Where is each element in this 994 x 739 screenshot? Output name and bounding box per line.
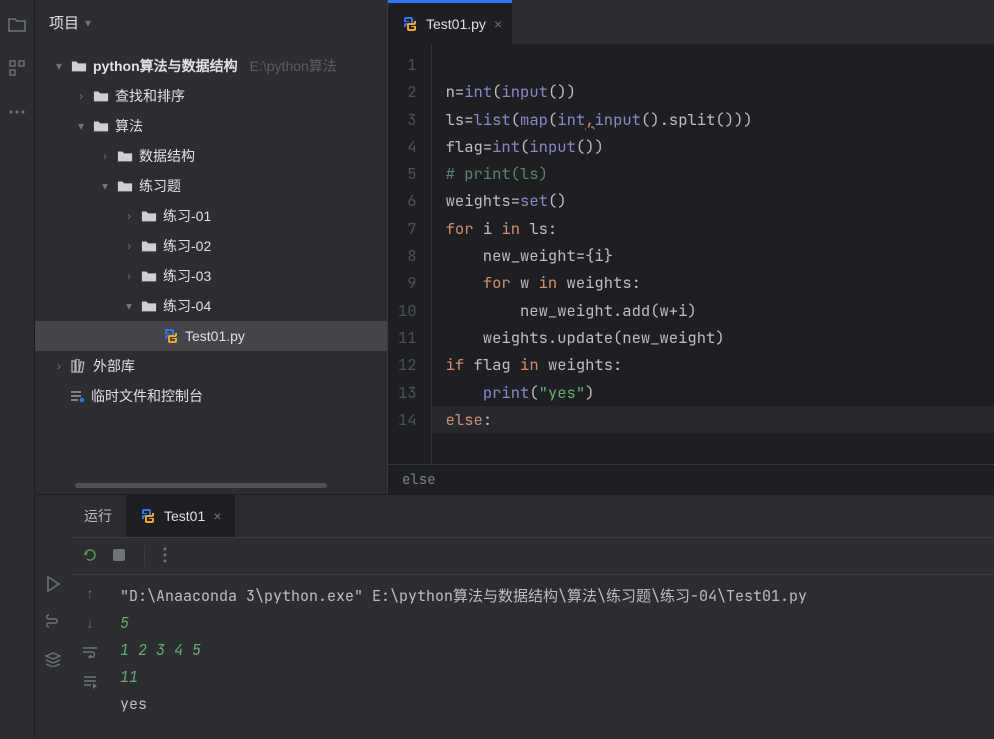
tree-root[interactable]: ▾ python算法与数据结构 E:\python算法 — [35, 51, 387, 81]
play-icon[interactable] — [44, 575, 62, 596]
tree-item-label: python算法与数据结构 — [93, 56, 238, 76]
chevron-down-icon: ▾ — [53, 59, 65, 73]
tree-item[interactable]: › 练习-02 — [35, 231, 387, 261]
code-content[interactable]: n=int(input()) ls=list(map(int,input().s… — [432, 45, 753, 464]
tree-item-label: Test01.py — [185, 328, 245, 344]
chevron-right-icon: › — [123, 209, 135, 223]
close-icon[interactable]: × — [494, 16, 502, 32]
console-output[interactable]: "D:\Anaaconda 3\python.exe" E:\python算法与… — [110, 575, 994, 739]
chevron-down-icon: ▾ — [85, 16, 91, 30]
layers-icon[interactable] — [44, 651, 62, 670]
python-file-icon — [163, 328, 179, 344]
chevron-right-icon: › — [123, 239, 135, 253]
console-line: 5 — [120, 610, 984, 637]
structure-icon[interactable] — [5, 56, 29, 80]
run-tabs: 运行 Test01 × — [70, 495, 994, 537]
tree-item-label: 查找和排序 — [115, 86, 185, 106]
tree-item[interactable]: › 练习-01 — [35, 201, 387, 231]
tree-item-label: 外部库 — [93, 356, 135, 376]
tree-item-label: 练习题 — [139, 176, 181, 196]
console-line: yes — [120, 691, 984, 718]
tree-item[interactable]: ▾ 练习题 — [35, 171, 387, 201]
chevron-down-icon: ▾ — [75, 119, 87, 133]
up-arrow-icon[interactable]: ↑ — [87, 585, 94, 601]
chevron-down-icon: ▾ — [99, 179, 111, 193]
tree-item-label: 算法 — [115, 116, 143, 136]
tree-item-label: 数据结构 — [139, 146, 195, 166]
tree-scratches[interactable]: 临时文件和控制台 — [35, 381, 387, 411]
project-tree: ▾ python算法与数据结构 E:\python算法 › 查找和排序 ▾ 算法 — [35, 45, 387, 474]
horizontal-scrollbar[interactable] — [75, 483, 327, 488]
tree-path-hint: E:\python算法 — [250, 56, 337, 76]
tab-label: Test01.py — [426, 16, 486, 32]
run-tab-label: Test01 — [164, 508, 205, 524]
tree-item-label: 练习-03 — [163, 266, 211, 286]
more-actions-icon[interactable] — [163, 547, 167, 566]
folder-icon — [141, 239, 157, 253]
console-line: 11 — [120, 664, 984, 691]
python-file-icon — [140, 508, 156, 524]
tree-item[interactable]: ▾ 算法 — [35, 111, 387, 141]
run-toolbar — [70, 537, 994, 575]
editor-tab[interactable]: Test01.py × — [388, 0, 512, 44]
tree-external-lib[interactable]: › 外部库 — [35, 351, 387, 381]
stop-icon[interactable] — [112, 548, 126, 565]
tree-item-label: 临时文件和控制台 — [91, 386, 203, 406]
editor-tabs: Test01.py × — [388, 0, 994, 45]
python-file-icon — [402, 16, 418, 32]
run-panel: 运行 Test01 × ↑ ↓ — [35, 494, 994, 739]
folder-icon — [141, 299, 157, 313]
console-side-actions: ↑ ↓ — [70, 575, 110, 739]
project-panel: 项目 ▾ ▾ python算法与数据结构 E:\python算法 › 查找和排序 — [35, 0, 387, 494]
activity-bar — [0, 0, 35, 739]
tree-item-label: 练习-02 — [163, 236, 211, 256]
scratch-icon — [69, 389, 85, 403]
tree-item-label: 练习-01 — [163, 206, 211, 226]
chevron-right-icon: › — [75, 89, 87, 103]
folder-icon — [93, 119, 109, 133]
gutter: 1234567891011121314 — [388, 45, 432, 464]
scroll-to-end-icon[interactable] — [82, 675, 98, 692]
console-line: "D:\Anaaconda 3\python.exe" E:\python算法与… — [120, 583, 984, 610]
folder-icon — [117, 149, 133, 163]
soft-wrap-icon[interactable] — [82, 645, 98, 661]
chevron-right-icon: › — [123, 269, 135, 283]
chevron-down-icon: ▾ — [123, 299, 135, 313]
project-tool-icon[interactable] — [5, 12, 29, 36]
tree-item[interactable]: › 练习-03 — [35, 261, 387, 291]
tree-item[interactable]: › 数据结构 — [35, 141, 387, 171]
run-config-tab[interactable]: Test01 × — [126, 495, 235, 537]
chevron-right-icon: › — [53, 359, 65, 373]
folder-icon — [71, 59, 87, 73]
folder-icon — [141, 209, 157, 223]
library-icon — [71, 359, 87, 373]
breadcrumb[interactable]: else — [388, 464, 994, 494]
console-line: 1 2 3 4 5 — [120, 637, 984, 664]
tree-item-label: 练习-04 — [163, 296, 211, 316]
down-arrow-icon[interactable]: ↓ — [87, 615, 94, 631]
run-tool-label[interactable]: 运行 — [70, 495, 126, 537]
folder-icon — [93, 89, 109, 103]
close-icon[interactable]: × — [213, 508, 221, 524]
folder-icon — [117, 179, 133, 193]
tree-item[interactable]: › 查找和排序 — [35, 81, 387, 111]
folder-icon — [141, 269, 157, 283]
more-tools-icon[interactable] — [5, 100, 29, 124]
editor: Test01.py × 1234567891011121314 n=int(in… — [387, 0, 994, 494]
tree-item-file[interactable]: Test01.py — [35, 321, 387, 351]
python-console-icon[interactable] — [44, 614, 62, 633]
project-panel-header[interactable]: 项目 ▾ — [35, 0, 387, 45]
chevron-right-icon: › — [99, 149, 111, 163]
project-panel-title: 项目 — [49, 12, 79, 33]
rerun-icon[interactable] — [82, 547, 98, 566]
tree-item[interactable]: ▾ 练习-04 — [35, 291, 387, 321]
